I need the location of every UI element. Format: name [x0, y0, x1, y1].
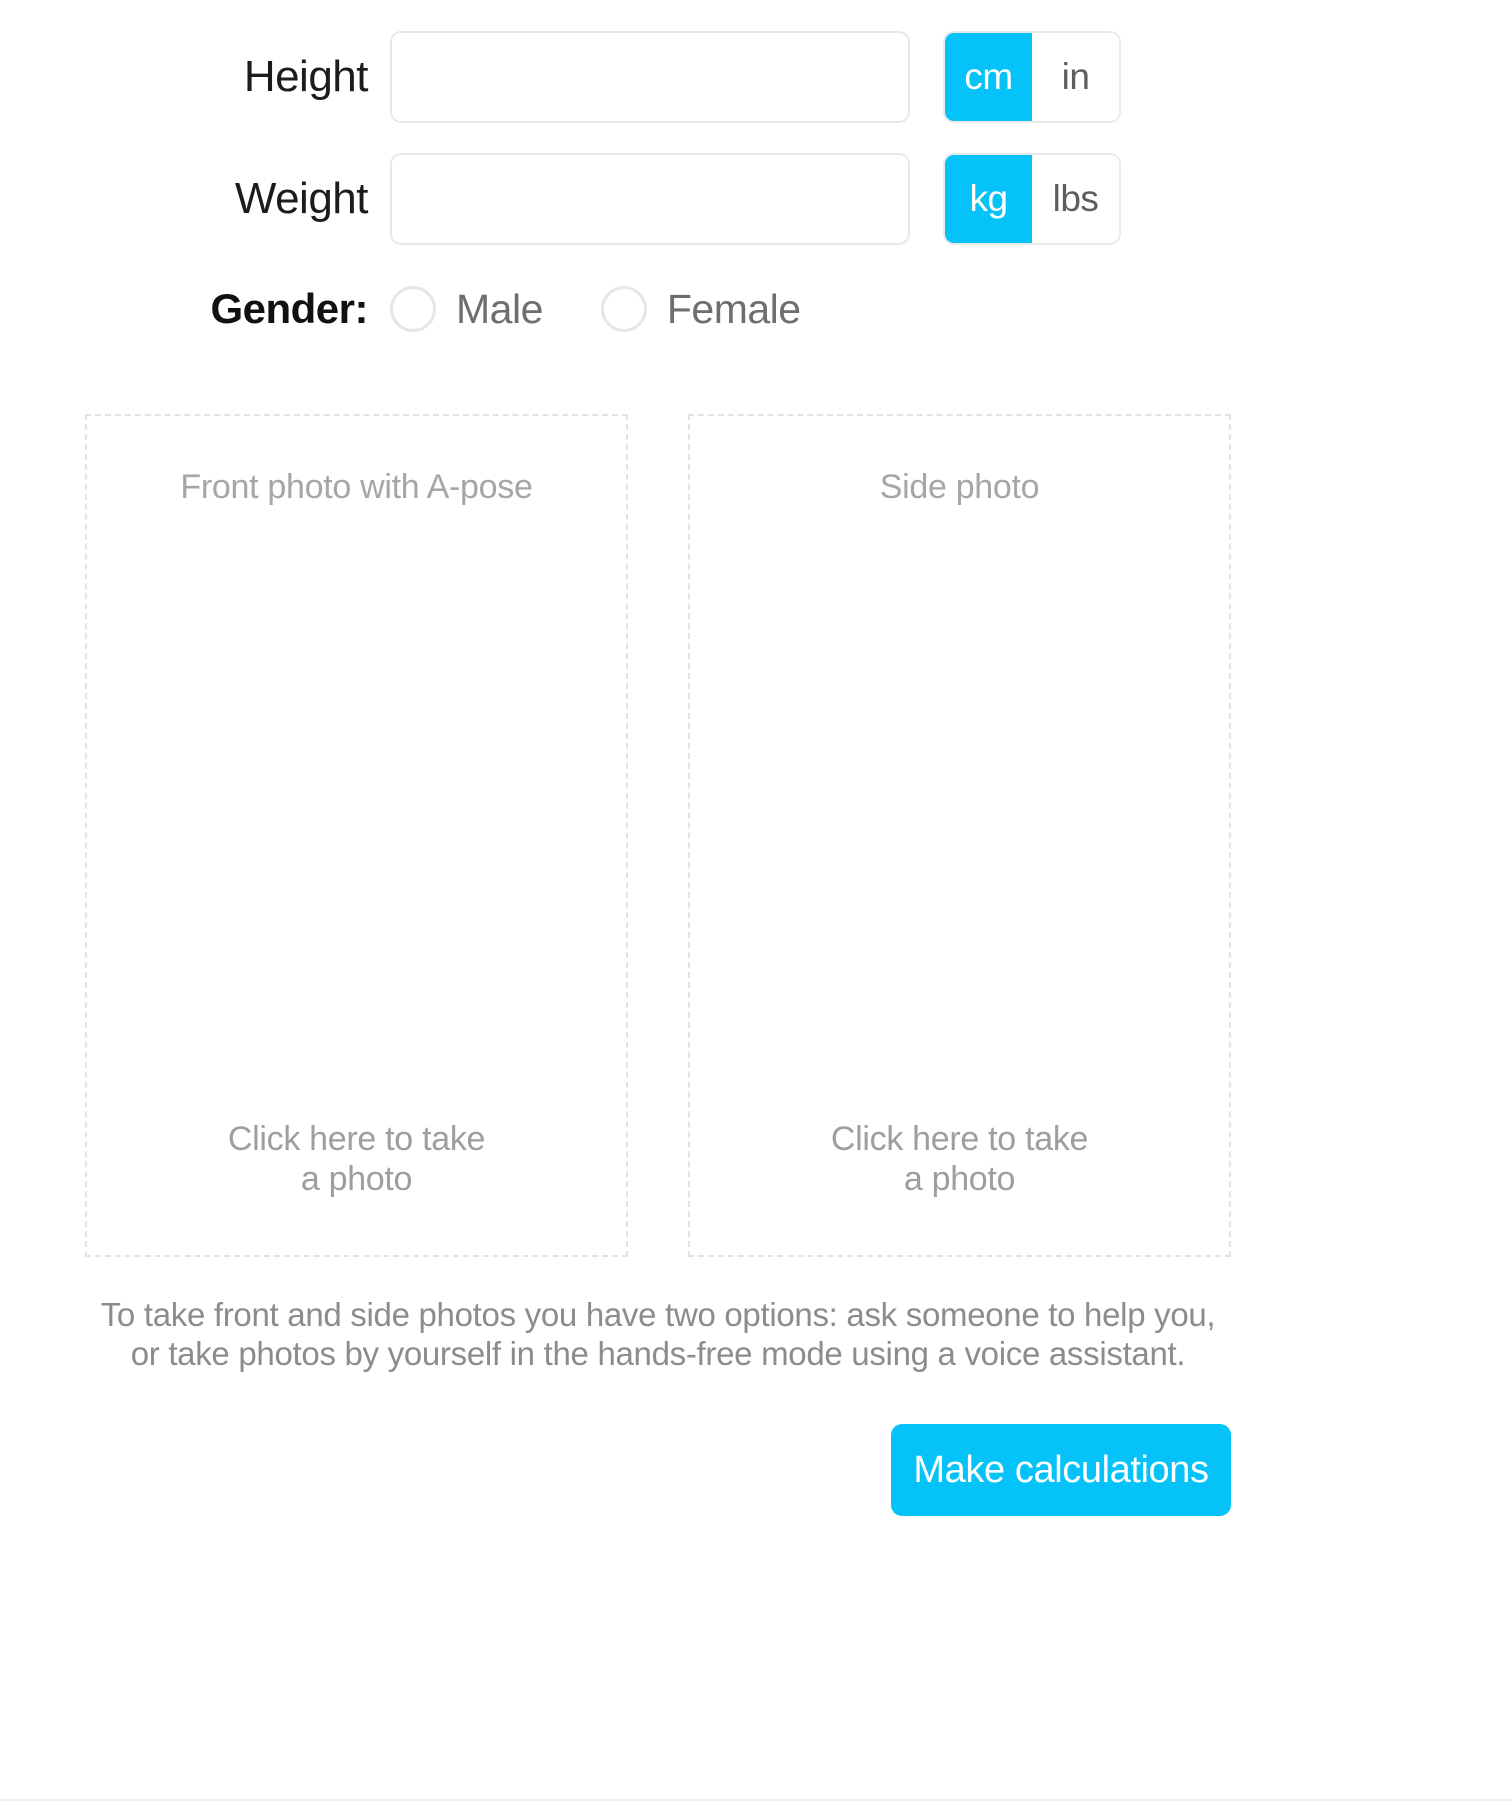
- make-calculations-button[interactable]: Make calculations: [891, 1424, 1231, 1516]
- photo-instructions: To take front and side photos you have t…: [85, 1296, 1231, 1374]
- height-unit-in[interactable]: in: [1032, 33, 1119, 121]
- side-photo-dropzone[interactable]: Side photo Click here to take a photo: [688, 414, 1231, 1257]
- gender-label: Gender:: [210, 285, 368, 332]
- height-row: Height cm in: [0, 31, 1290, 123]
- gender-row: Gender: Male Female: [0, 278, 1290, 340]
- weight-unit-lbs[interactable]: lbs: [1032, 155, 1119, 243]
- gender-option-female-label: Female: [666, 285, 801, 332]
- bottom-divider: [0, 1799, 1512, 1801]
- height-unit-cm[interactable]: cm: [945, 33, 1032, 121]
- weight-unit-toggle[interactable]: kg lbs: [943, 153, 1121, 245]
- height-input[interactable]: [390, 31, 910, 123]
- body-measurement-form: Height cm in Weight kg lbs Gender: Male …: [0, 0, 1512, 1815]
- height-unit-toggle[interactable]: cm in: [943, 31, 1121, 123]
- weight-label: Weight: [234, 174, 369, 223]
- weight-row: Weight kg lbs: [0, 153, 1290, 245]
- photo-instructions-line2: or take photos by yourself in the hands-…: [130, 1334, 1186, 1372]
- front-photo-cta-line1: Click here to take: [227, 1120, 486, 1159]
- front-photo-cta: Click here to take a photo: [227, 1120, 486, 1211]
- side-photo-cta-line2: a photo: [903, 1159, 1016, 1198]
- photo-instructions-line1: To take front and side photos you have t…: [100, 1296, 1216, 1333]
- gender-option-male-label: Male: [456, 285, 543, 332]
- front-photo-dropzone[interactable]: Front photo with A-pose Click here to ta…: [85, 414, 628, 1257]
- side-photo-title: Side photo: [879, 468, 1040, 506]
- front-photo-cta-line2: a photo: [300, 1159, 413, 1198]
- side-photo-cta-line1: Click here to take: [830, 1120, 1089, 1159]
- weight-input[interactable]: [390, 153, 910, 245]
- gender-option-male[interactable]: Male: [390, 286, 543, 333]
- radio-unchecked-icon[interactable]: [390, 286, 436, 332]
- height-label: Height: [243, 52, 369, 101]
- side-photo-cta: Click here to take a photo: [830, 1120, 1089, 1211]
- radio-unchecked-icon[interactable]: [600, 286, 647, 332]
- weight-unit-kg[interactable]: kg: [945, 155, 1032, 243]
- front-photo-title: Front photo with A-pose: [180, 468, 533, 506]
- gender-option-female[interactable]: Female: [600, 285, 801, 333]
